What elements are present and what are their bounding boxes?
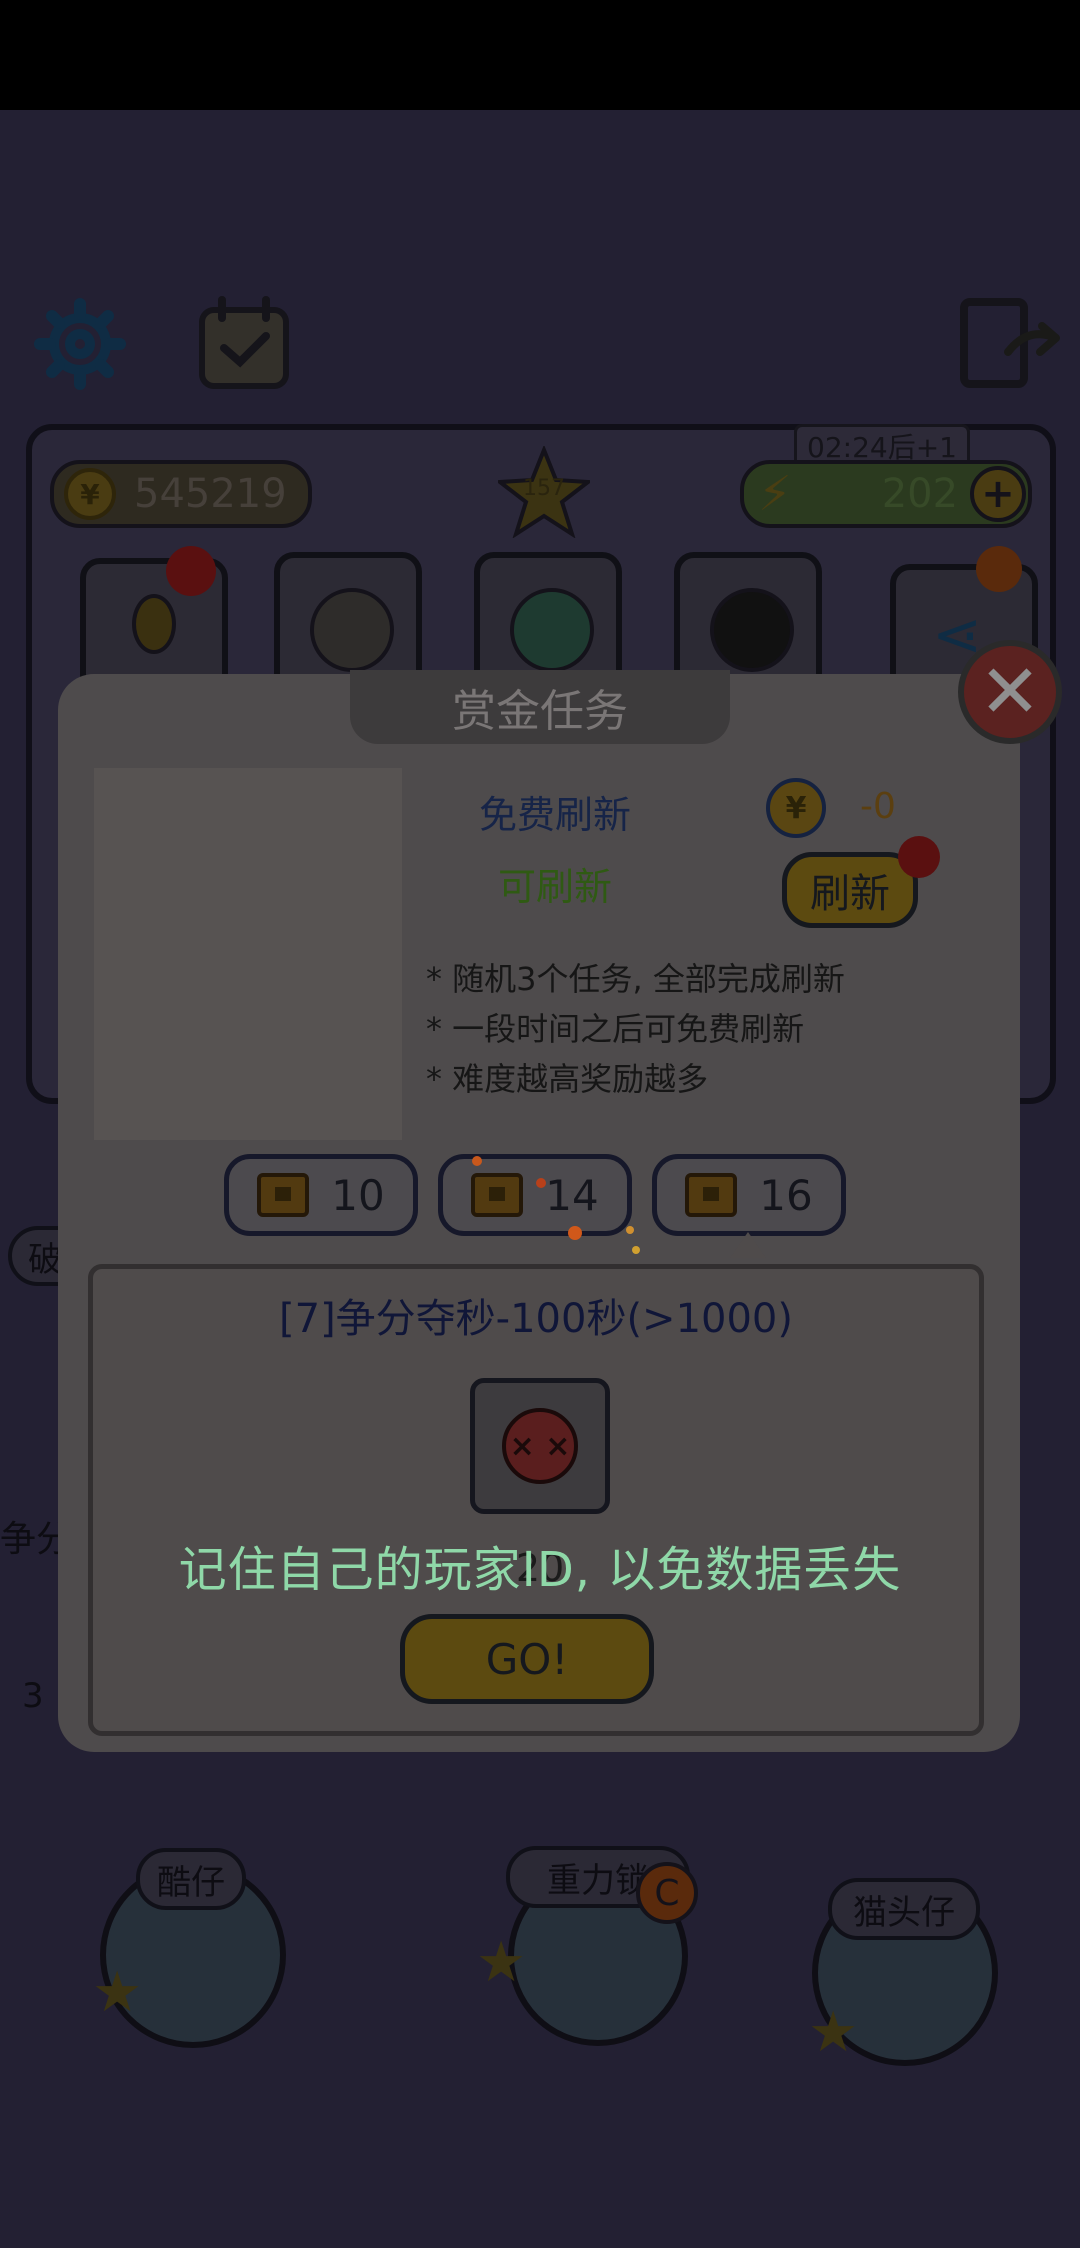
status-bar xyxy=(0,0,1080,110)
coin-icon: ¥ xyxy=(766,778,826,838)
coin-icon: ¥ xyxy=(64,468,116,520)
angry-face-icon: × × xyxy=(502,1408,578,1484)
calendar-check-icon[interactable] xyxy=(196,296,292,396)
task-title: [7]争分夺秒-100秒(>1000) xyxy=(279,1296,793,1342)
character-3-tag: 猫头仔 xyxy=(828,1878,980,1940)
chest-option-1[interactable]: 10 xyxy=(224,1154,418,1236)
blocked-face-icon xyxy=(710,588,794,672)
dialog-title: 赏金任务 xyxy=(350,670,730,744)
energy-count: 202 xyxy=(881,471,959,517)
happy-face-icon xyxy=(510,588,594,672)
lightning-icon: ⚡ xyxy=(758,466,792,522)
sparkle xyxy=(536,1178,546,1188)
treasure-chest-icon xyxy=(471,1173,524,1217)
refresh-status: 可刷新 xyxy=(497,865,612,909)
star-icon: ★ xyxy=(808,2000,859,2065)
star-icon: ★ xyxy=(476,1930,527,1995)
coin-count: 545219 xyxy=(134,471,287,517)
chest-option-3[interactable]: 16 xyxy=(652,1154,846,1236)
task-icon-frame: × × xyxy=(470,1378,610,1514)
refresh-badge xyxy=(898,836,940,878)
slot-hint-badge xyxy=(166,546,216,596)
go-button[interactable]: GO! xyxy=(400,1614,654,1704)
character-2-badge: C xyxy=(636,1862,698,1924)
smirk-face-icon xyxy=(310,588,394,672)
treasure-chest-icon xyxy=(685,1173,738,1217)
slot-share-badge xyxy=(976,546,1022,592)
lightbulb-icon xyxy=(132,594,176,654)
toast-message: 记住自己的玩家ID, 以免数据丢失 xyxy=(178,1542,902,1598)
rule-1: * 随机3个任务, 全部完成刷新 xyxy=(426,960,845,998)
coin-counter: ¥ 545219 xyxy=(50,460,312,528)
level-star-icon: 157 xyxy=(494,444,594,539)
sparkle xyxy=(632,1246,640,1254)
add-energy-button[interactable]: + xyxy=(970,466,1026,522)
star-icon: ★ xyxy=(92,1960,143,2025)
refresh-cost: -0 xyxy=(860,786,896,827)
gear-icon[interactable] xyxy=(34,298,126,394)
star-level: 157 xyxy=(523,476,565,501)
sparkle xyxy=(568,1226,582,1240)
treasure-chest-icon xyxy=(257,1173,310,1217)
sparkle xyxy=(472,1156,482,1166)
free-refresh-label: 免费刷新 xyxy=(478,793,631,837)
sparkle xyxy=(626,1226,634,1234)
chest-option-2[interactable]: 14 xyxy=(438,1154,632,1236)
rule-2: * 一段时间之后可免费刷新 xyxy=(426,1010,805,1048)
close-button[interactable]: ✕ xyxy=(958,640,1062,744)
rule-3: * 难度越高奖励越多 xyxy=(426,1060,709,1098)
close-icon: ✕ xyxy=(978,649,1041,735)
refresh-button[interactable]: 刷新 xyxy=(782,852,918,928)
selection-pointer xyxy=(730,1232,766,1258)
ad-placeholder xyxy=(94,768,402,1140)
character-1-tag: 酷仔 xyxy=(136,1848,246,1910)
side-label-3: 3 xyxy=(22,1676,44,1716)
exit-icon[interactable] xyxy=(958,296,1062,396)
